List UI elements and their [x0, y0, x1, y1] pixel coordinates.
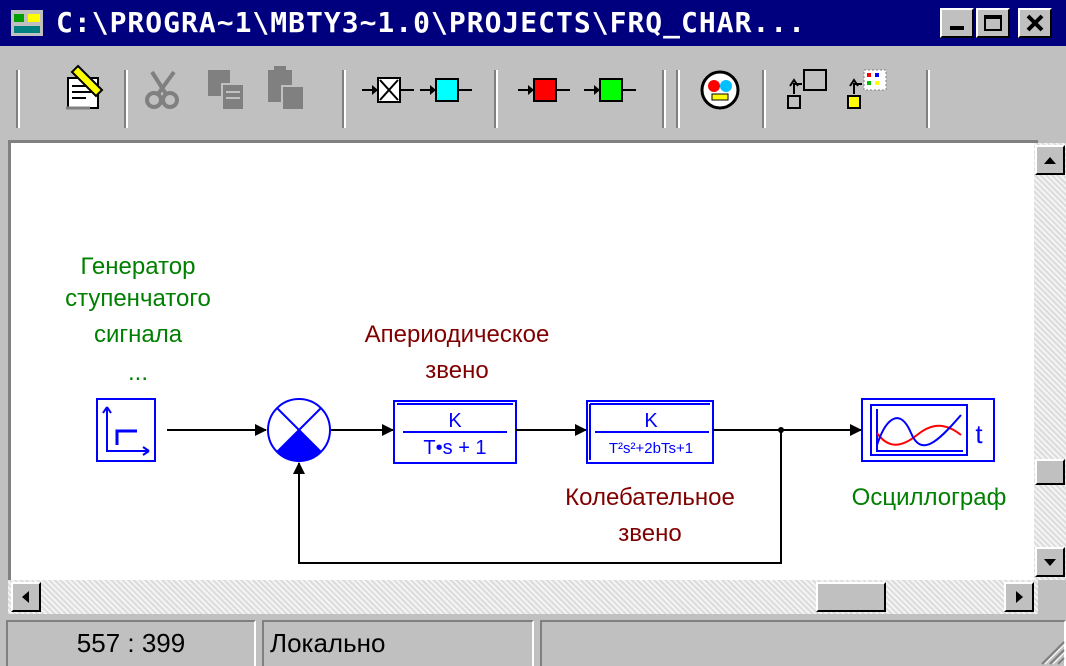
toolbar-separator [762, 70, 766, 128]
block-diagram[interactable]: Генератор ступенчатого сигнала ... Апери… [11, 143, 1034, 580]
summator-block[interactable] [267, 398, 331, 462]
oscilloscope-label: Осциллограф [852, 484, 1007, 511]
scroll-down-button[interactable] [1035, 547, 1065, 577]
toolbar-separator [124, 70, 128, 128]
maximize-button[interactable] [976, 8, 1010, 38]
paste-icon[interactable] [260, 62, 316, 118]
close-button[interactable] [1018, 8, 1052, 38]
vertical-scrollbar[interactable] [1034, 143, 1066, 583]
close-icon [1026, 14, 1044, 32]
arrow-left-icon [22, 591, 29, 603]
vertical-scroll-thumb[interactable] [1035, 459, 1065, 485]
aperiodic-label-line2: звено [425, 357, 488, 384]
arrow-right-icon [1016, 591, 1023, 603]
oscilloscope-block[interactable]: t [861, 398, 995, 462]
generator-label-line2: ступенчатого [65, 285, 211, 312]
toolbar-separator [342, 70, 346, 128]
resize-grip-icon[interactable] [1036, 636, 1066, 666]
toolbar-separator [494, 70, 498, 128]
scroll-right-button[interactable] [1004, 582, 1034, 612]
arrow-up-icon [1044, 157, 1056, 164]
generator-label-line1: Генератор [81, 253, 196, 280]
minimize-button[interactable] [940, 8, 974, 38]
aperiodic-tf-denominator: T•s + 1 [423, 437, 486, 459]
add-input-block-icon[interactable] [360, 62, 416, 118]
oscillatory-tf-numerator: K [644, 410, 658, 432]
aperiodic-tf-numerator: K [448, 410, 462, 432]
aperiodic-block[interactable]: K T•s + 1 [393, 400, 517, 464]
toolbar-separator [926, 70, 930, 128]
simulation-run-icon[interactable] [692, 62, 748, 118]
edit-properties-icon[interactable] [56, 62, 112, 118]
add-green-block-icon[interactable] [582, 62, 638, 118]
oscillatory-label-line1: Колебательное [565, 484, 735, 511]
oscillatory-tf-denominator: T²s²+2bTs+1 [609, 440, 693, 457]
toolbar-separator [662, 70, 666, 128]
new-colored-window-icon[interactable] [840, 62, 896, 118]
generator-label-line3: сигнала [94, 321, 183, 348]
generator-label-ellipsis: ... [128, 359, 148, 386]
oscillatory-block[interactable]: K T²s²+2bTs+1 [586, 400, 714, 464]
scroll-corner [1038, 580, 1066, 616]
aperiodic-label-line1: Апериодическое [365, 321, 550, 348]
copy-icon[interactable] [200, 62, 256, 118]
scroll-up-button[interactable] [1035, 145, 1065, 175]
status-coordinates: 557 : 399 [6, 620, 256, 666]
cut-icon[interactable] [138, 62, 194, 118]
add-cyan-block-icon[interactable] [418, 62, 474, 118]
title-bar[interactable]: C:\PROGRA~1\MBTY3~1.0\PROJECTS\FRQ_CHAR.… [0, 0, 1066, 46]
toolbar-separator [16, 70, 20, 128]
maximize-icon [984, 15, 1002, 31]
arrow-down-icon [1044, 559, 1056, 566]
toolbar-separator [676, 70, 680, 128]
step-generator-block[interactable] [96, 398, 156, 462]
minimize-icon [950, 26, 964, 30]
app-icon [11, 10, 43, 36]
scroll-left-button[interactable] [11, 582, 41, 612]
horizontal-scrollbar[interactable] [8, 580, 1038, 614]
horizontal-scroll-thumb[interactable] [816, 582, 886, 612]
oscilloscope-axis-label: t [975, 419, 983, 449]
status-mode: Локально [262, 620, 534, 666]
new-window-icon[interactable] [780, 62, 836, 118]
window-title: C:\PROGRA~1\MBTY3~1.0\PROJECTS\FRQ_CHAR.… [56, 6, 807, 39]
add-red-block-icon[interactable] [516, 62, 572, 118]
oscillatory-label-line2: звено [618, 520, 681, 547]
status-panel-empty [540, 620, 1066, 666]
